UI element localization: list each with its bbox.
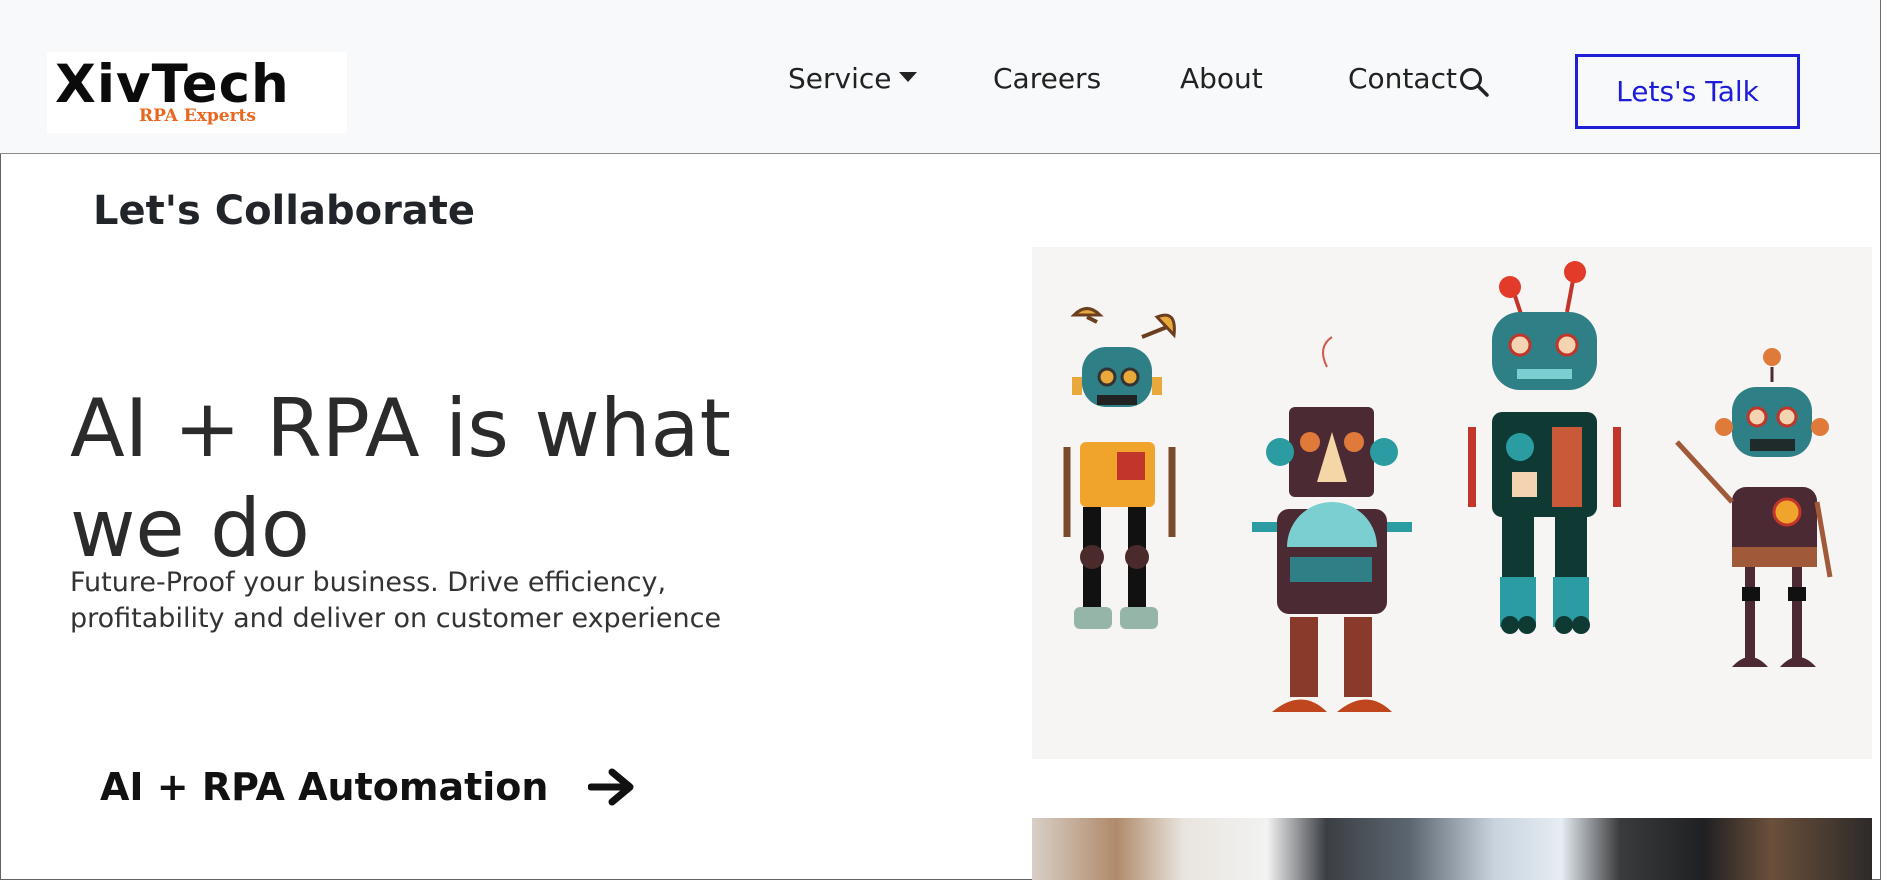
caret-down-icon	[899, 72, 918, 82]
automation-link-label: AI + RPA Automation	[100, 765, 549, 809]
brand-logo[interactable]: XivTech RPA Experts	[47, 52, 347, 133]
nav-careers[interactable]: Careers	[993, 62, 1101, 95]
nav-contact[interactable]: Contact	[1348, 62, 1457, 95]
lets-talk-button[interactable]: Lets's Talk	[1575, 54, 1800, 129]
brand-tagline: RPA Experts	[139, 106, 256, 126]
robots-illustration	[1032, 247, 1872, 759]
nav-service-label: Service	[788, 62, 892, 95]
team-photo	[1032, 818, 1872, 880]
robot-1	[1063, 307, 1176, 629]
arrow-right-icon	[588, 768, 634, 806]
hero-subtitle: Future-Proof your business. Drive effici…	[70, 567, 722, 634]
nav-service[interactable]: Service	[788, 62, 918, 95]
robot-4	[1675, 348, 1833, 667]
section-eyebrow: Let's Collaborate	[93, 188, 476, 234]
scrollbar[interactable]	[1880, 0, 1897, 880]
hero-title: AI + RPA is what we do	[70, 381, 731, 575]
robot-3	[1468, 261, 1621, 634]
robot-2	[1252, 336, 1412, 712]
nav-about[interactable]: About	[1180, 62, 1263, 95]
navbar: XivTech RPA Experts Service Careers Abou…	[0, 0, 1896, 154]
automation-link[interactable]: AI + RPA Automation	[100, 765, 636, 809]
search-icon[interactable]	[1458, 66, 1490, 98]
